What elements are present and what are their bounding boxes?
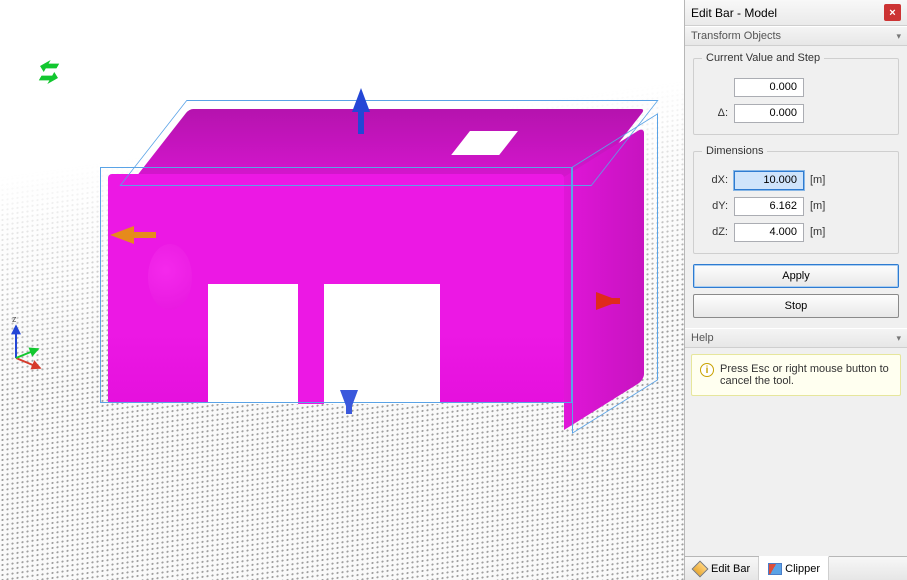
panel-bottom-tabs: Edit Bar Clipper: [685, 556, 907, 580]
panel-titlebar[interactable]: Edit Bar - Model ×: [685, 0, 907, 26]
axis-label-z: z: [12, 314, 17, 324]
edit-bar-panel: Edit Bar - Model × Transform Objects ▾ C…: [684, 0, 907, 580]
panel-spacer: [685, 402, 907, 556]
scale-handle-depth-front-icon[interactable]: [37, 72, 62, 84]
stop-button[interactable]: Stop: [693, 294, 899, 318]
viewport-3d[interactable]: z: [0, 0, 684, 580]
section-body-transform: Current Value and Step Δ: Dimensions dX:…: [685, 46, 907, 328]
tab-edit-bar-label: Edit Bar: [711, 563, 750, 575]
scale-handle-depth-back-icon[interactable]: [37, 60, 62, 72]
dx-label: dX:: [702, 174, 728, 186]
group-current-value-legend: Current Value and Step: [702, 52, 824, 64]
dz-label: dZ:: [702, 226, 728, 238]
group-dimensions-legend: Dimensions: [702, 145, 767, 157]
dz-input[interactable]: [734, 223, 804, 242]
axis-triad-icon: [8, 318, 48, 370]
tools-icon: [693, 562, 707, 576]
dy-unit: [m]: [810, 200, 834, 212]
dy-input[interactable]: [734, 197, 804, 216]
scale-handle-left-icon[interactable]: [110, 226, 134, 244]
apply-button[interactable]: Apply: [693, 264, 899, 288]
model-scene[interactable]: [40, 60, 660, 480]
panel-title-text: Edit Bar - Model: [691, 6, 777, 20]
scale-handle-down-icon[interactable]: [340, 390, 358, 414]
dx-input[interactable]: [734, 171, 804, 190]
section-header-help[interactable]: Help ▾: [685, 328, 907, 348]
group-dimensions: Dimensions dX: [m] dY: [m] dZ: [m]: [693, 145, 899, 254]
help-message: i Press Esc or right mouse button to can…: [691, 354, 901, 396]
apply-button-label: Apply: [782, 270, 810, 282]
bounding-box-front[interactable]: [100, 167, 572, 403]
chevron-down-icon: ▾: [896, 333, 901, 344]
info-icon: i: [700, 363, 714, 377]
panel-close-button[interactable]: ×: [884, 4, 901, 21]
tab-clipper-label: Clipper: [785, 563, 820, 575]
current-value-input[interactable]: [734, 78, 804, 97]
help-text: Press Esc or right mouse button to cance…: [720, 363, 892, 387]
scale-handle-right-icon[interactable]: [596, 292, 620, 310]
scale-handle-up-icon[interactable]: [352, 88, 370, 112]
section-header-transform-label: Transform Objects: [691, 30, 781, 42]
chevron-down-icon: ▾: [896, 31, 901, 42]
dy-label: dY:: [702, 200, 728, 212]
tab-edit-bar[interactable]: Edit Bar: [685, 557, 759, 580]
dz-unit: [m]: [810, 226, 834, 238]
section-header-help-label: Help: [691, 332, 714, 344]
bounding-box-side[interactable]: [572, 113, 658, 434]
clipper-icon: [767, 562, 781, 576]
axis-triad: z: [8, 318, 48, 370]
section-body-help: i Press Esc or right mouse button to can…: [685, 348, 907, 402]
stop-button-label: Stop: [785, 300, 808, 312]
delta-label: Δ:: [702, 107, 728, 119]
close-icon: ×: [889, 7, 895, 19]
section-header-transform[interactable]: Transform Objects ▾: [685, 26, 907, 46]
group-current-value: Current Value and Step Δ:: [693, 52, 899, 135]
dx-unit: [m]: [810, 174, 834, 186]
tab-clipper[interactable]: Clipper: [759, 556, 829, 580]
delta-input[interactable]: [734, 104, 804, 123]
